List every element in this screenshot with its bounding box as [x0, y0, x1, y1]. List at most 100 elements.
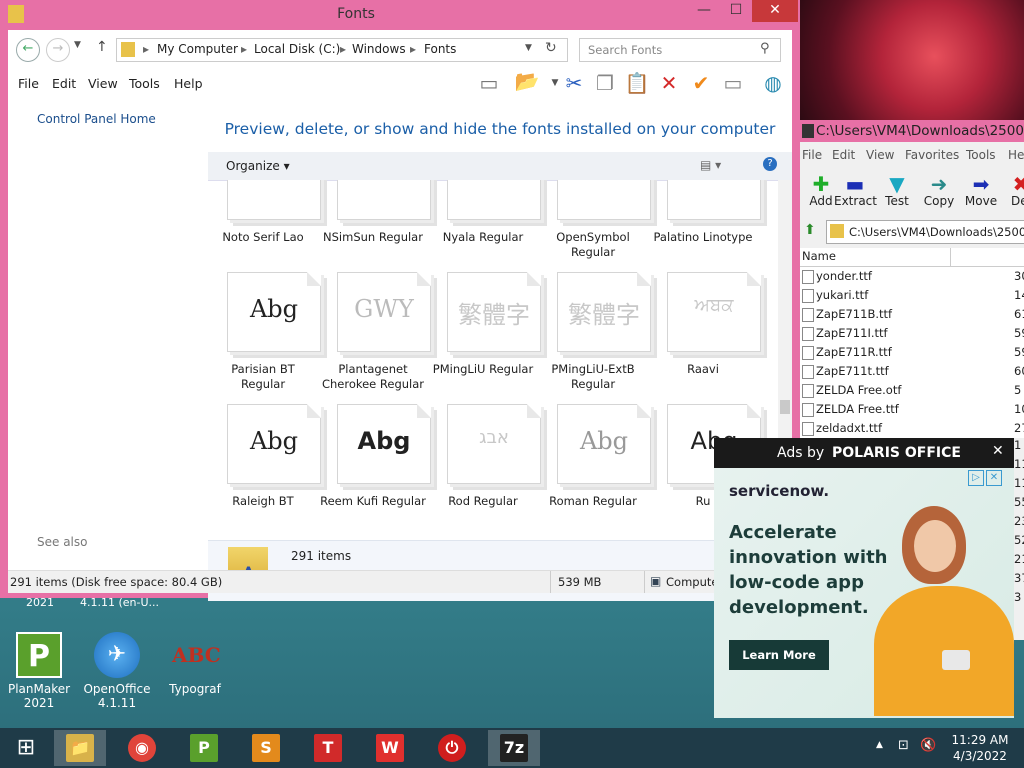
breadcrumb-fonts[interactable]: Fonts — [424, 42, 456, 56]
zip-file-row[interactable]: yukari.ttf 14 — [800, 286, 1024, 305]
tray-expand-icon[interactable]: ▲ — [876, 740, 883, 750]
paste-icon[interactable]: 📋 — [624, 70, 650, 96]
font-tile[interactable]: NSimSun Regular — [318, 180, 431, 272]
ad-close-icon[interactable]: ✕ — [992, 443, 1004, 459]
font-tile[interactable]: Noto Serif Lao — [208, 180, 321, 272]
font-tile[interactable]: 繁體字 PMingLiU-ExtB Regular — [538, 272, 651, 404]
zip-address-bar[interactable]: C:\Users\VM4\Downloads\2500+ — [826, 220, 1024, 244]
zip-file-row[interactable]: ZapE711R.ttf 59 — [800, 343, 1024, 362]
sevenzip-title-bar[interactable]: C:\Users\VM4\Downloads\2500 — [800, 120, 1024, 142]
maximize-button[interactable]: ☐ — [720, 0, 752, 22]
font-tile[interactable]: Palatino Linotype — [648, 180, 761, 272]
properties-folder-icon[interactable]: 📂 — [514, 68, 540, 94]
desktop-icon-planmaker[interactable]: P PlanMaker 2021 — [4, 632, 74, 712]
ad-learn-more-button[interactable]: Learn More — [729, 640, 829, 670]
font-tile[interactable]: Abg Roman Regular — [538, 404, 651, 510]
up-arrow-icon[interactable]: ↑ — [96, 39, 108, 55]
address-dropdown-icon[interactable]: ▼ — [525, 43, 532, 53]
forward-arrow-icon[interactable]: → — [46, 38, 70, 62]
taskbar-power-button[interactable]: ⏻ — [426, 730, 478, 766]
up-folder-icon[interactable]: ⬆ — [804, 222, 816, 238]
taskbar-presentations-button[interactable]: S — [240, 730, 292, 766]
minus-icon: ▬ — [845, 172, 865, 196]
zip-file-row[interactable]: ZapE711I.ttf 59 — [800, 324, 1024, 343]
network-globe-icon[interactable]: ◍ — [760, 70, 786, 96]
menu-file[interactable]: File — [18, 76, 39, 91]
font-tile[interactable]: Abg Raleigh BT — [208, 404, 321, 510]
taskbar-7zip-button[interactable]: 7z — [488, 730, 540, 766]
zip-copy-button[interactable]: ➜ Copy — [918, 174, 960, 214]
recent-dropdown-icon[interactable]: ▼ — [74, 40, 81, 50]
zip-menu-file[interactable]: File — [802, 148, 822, 162]
zip-file-row[interactable]: ZELDA Free.otf 5 — [800, 381, 1024, 400]
zip-test-button[interactable]: ▼ Test — [876, 174, 918, 214]
zip-file-row[interactable]: zeldadxt.ttf 27 — [800, 419, 1024, 438]
scroll-thumb[interactable] — [780, 400, 790, 414]
volume-muted-icon[interactable]: 🔇 — [920, 738, 936, 753]
start-windows-icon[interactable]: ⊞ — [0, 730, 52, 766]
copy-icon[interactable]: ❐ — [592, 70, 618, 96]
back-arrow-icon[interactable]: ← — [16, 38, 40, 62]
desktop-icon-typograf[interactable]: ABC Typograf — [160, 632, 230, 712]
zip-menu-help[interactable]: He — [1008, 148, 1024, 162]
control-panel-home-link[interactable]: Control Panel Home — [37, 112, 156, 126]
zip-menu-favorites[interactable]: Favorites — [905, 148, 959, 162]
title-bar[interactable]: Fonts — ☐ ✕ — [0, 0, 800, 30]
ad-body[interactable]: servicenow. ▷ ✕ Accelerate innovation wi… — [714, 468, 1014, 718]
help-icon[interactable]: ? — [763, 157, 777, 171]
zip-delete-button[interactable]: ✖ Del — [1000, 174, 1024, 214]
breadcrumb-local-disk[interactable]: Local Disk (C:) — [254, 42, 340, 56]
search-input[interactable]: Search Fonts ⚲ — [579, 38, 781, 62]
close-button[interactable]: ✕ — [752, 0, 798, 22]
zip-file-row[interactable]: ZapE711B.ttf 61 — [800, 305, 1024, 324]
font-tile[interactable]: ਅਬਕ Raavi — [648, 272, 761, 404]
search-icon[interactable]: ⚲ — [760, 41, 770, 56]
drive-icon[interactable]: ▭ — [720, 70, 746, 96]
menu-help[interactable]: Help — [174, 76, 203, 91]
zip-menu-tools[interactable]: Tools — [966, 148, 996, 162]
taskbar-textmaker-button[interactable]: T — [302, 730, 354, 766]
ad-info-icon[interactable]: ▷ — [968, 470, 984, 486]
network-icon[interactable]: ⊡ — [898, 738, 909, 753]
font-tile[interactable]: Nyala Regular — [428, 180, 541, 272]
zip-file-row[interactable]: ZapE711t.ttf 60 — [800, 362, 1024, 381]
command-bar: Organize ▾ ▤ ▾ ? — [208, 152, 792, 181]
layout-pane-icon[interactable]: ▭ — [476, 70, 502, 96]
zip-menu-edit[interactable]: Edit — [832, 148, 855, 162]
font-glyph: Abg — [249, 427, 299, 455]
font-tile[interactable]: OpenSymbol Regular — [538, 180, 651, 272]
desktop-icon-openoffice[interactable]: ✈ OpenOffice 4.1.11 — [82, 632, 152, 712]
clock[interactable]: 11:29 AM 4/3/2022 — [940, 732, 1020, 764]
minimize-button[interactable]: — — [688, 0, 720, 22]
taskbar-chrome-button[interactable]: ◉ — [116, 730, 168, 766]
zip-file-row[interactable]: ZELDA Free.ttf 10 — [800, 400, 1024, 419]
font-tile[interactable]: GWY Plantagenet Cherokee Regular — [318, 272, 431, 404]
menu-tools[interactable]: Tools — [129, 76, 160, 91]
menu-view[interactable]: View — [88, 76, 118, 91]
menu-edit[interactable]: Edit — [52, 76, 76, 91]
font-tile[interactable]: אבג Rod Regular — [428, 404, 541, 510]
font-tile[interactable]: 繁體字 PMingLiU Regular — [428, 272, 541, 404]
taskbar-wps-button[interactable]: W — [364, 730, 416, 766]
taskbar-planmaker-button[interactable]: P — [178, 730, 230, 766]
zip-col-name[interactable]: Name — [802, 249, 836, 263]
font-tile[interactable]: Abg Reem Kufi Regular — [318, 404, 431, 510]
taskbar-explorer-button[interactable]: 📁 — [54, 730, 106, 766]
organize-button[interactable]: Organize ▾ — [226, 159, 290, 173]
zip-move-button[interactable]: ➡ Move — [960, 174, 1002, 214]
zip-file-row[interactable]: yonder.ttf 30 — [800, 267, 1024, 286]
breadcrumb-windows[interactable]: Windows — [352, 42, 406, 56]
font-tile[interactable]: Abg Parisian BT Regular — [208, 272, 321, 404]
cut-icon[interactable]: ✂ — [561, 70, 587, 96]
apply-check-icon[interactable]: ✔ — [688, 70, 714, 96]
breadcrumb-my-computer[interactable]: My Computer — [157, 42, 238, 56]
zip-menu-view[interactable]: View — [866, 148, 894, 162]
delete-icon[interactable]: ✕ — [656, 70, 682, 96]
zip-col-divider[interactable] — [950, 248, 951, 266]
view-icon[interactable]: ▤ ▾ — [700, 158, 721, 172]
zip-extract-button[interactable]: ▬ Extract — [834, 172, 877, 214]
refresh-icon[interactable]: ↻ — [545, 40, 557, 56]
ad-choices-close-icon[interactable]: ✕ — [986, 470, 1002, 486]
zip-column-header[interactable]: Name — [800, 248, 1024, 267]
address-bar[interactable]: ▸ My Computer ▸ Local Disk (C:) ▸ Window… — [116, 38, 568, 62]
